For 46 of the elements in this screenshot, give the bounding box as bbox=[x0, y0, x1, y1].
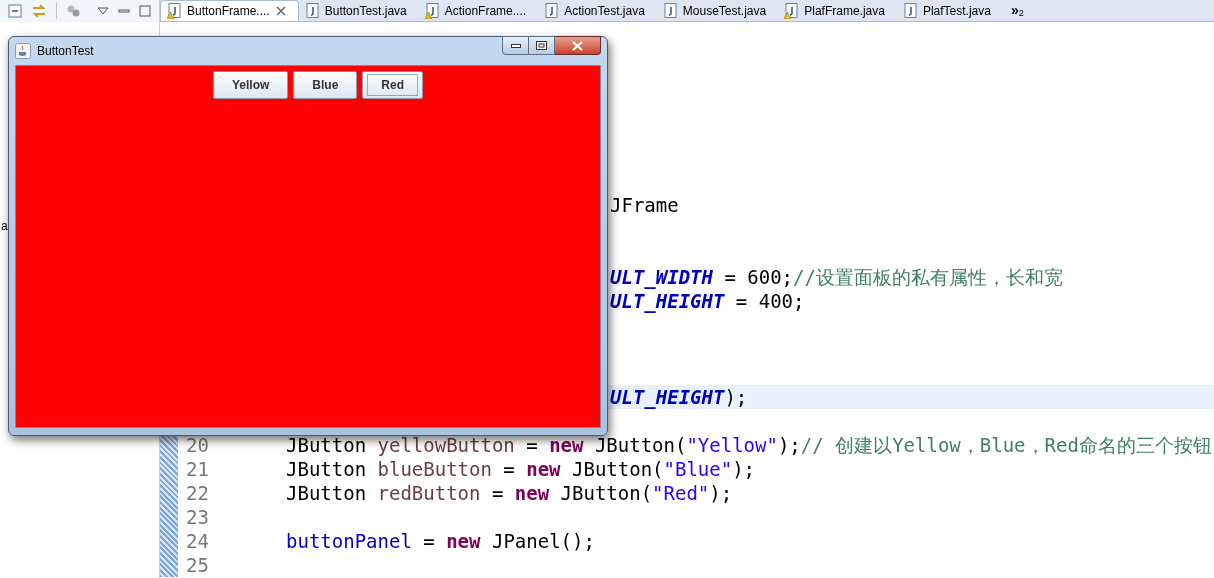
java-file-warning-icon bbox=[424, 2, 439, 19]
code-line: JButton blueButton = new JButton("Blue"); bbox=[286, 457, 756, 480]
editor-tab[interactable]: PlafTest.java bbox=[896, 0, 1003, 21]
code-line: JFrame bbox=[610, 193, 679, 216]
maximize-button[interactable] bbox=[529, 36, 555, 55]
code-line: JButton redButton = new JButton("Red"); bbox=[286, 481, 733, 504]
minimize-icon[interactable] bbox=[118, 6, 130, 16]
line-number: 21 bbox=[186, 457, 209, 480]
window-title: ButtonTest bbox=[37, 43, 94, 60]
java-file-warning-icon bbox=[167, 3, 181, 19]
close-icon[interactable] bbox=[275, 6, 286, 16]
close-icon bbox=[572, 40, 583, 51]
editor-tab[interactable]: ActionFrame.... bbox=[418, 0, 539, 21]
collapse-all-icon[interactable] bbox=[8, 4, 22, 18]
panel-button[interactable]: Yellow bbox=[212, 71, 289, 99]
line-number: 25 bbox=[186, 553, 209, 576]
code-line: ULT_WIDTH = 600;//设置面板的私有属性，长和宽 bbox=[610, 265, 1063, 288]
view-menu-icon[interactable] bbox=[97, 6, 109, 16]
minimize-icon bbox=[510, 43, 521, 48]
line-number: 20 bbox=[186, 433, 209, 456]
maximize-icon[interactable] bbox=[139, 5, 151, 17]
editor-tab[interactable]: ButtonFrame.... bbox=[160, 0, 299, 21]
tree-item[interactable]: a bbox=[1, 220, 8, 232]
editor-tab[interactable]: MouseTest.java bbox=[656, 0, 779, 21]
java-file-icon bbox=[662, 2, 677, 19]
minimize-button[interactable] bbox=[502, 36, 529, 55]
close-button[interactable] bbox=[555, 36, 601, 55]
code-line: JButton yellowButton = new JButton("Yellow");// 创建以Yellow，Blue，Red命名的三个按钮 bbox=[286, 433, 1212, 456]
line-number: 22 bbox=[186, 481, 209, 504]
code-line: ULT_HEIGHT); bbox=[610, 385, 748, 408]
panel-button[interactable]: Red bbox=[362, 71, 423, 99]
panel-button[interactable]: Blue bbox=[293, 71, 358, 99]
code-line: ULT_HEIGHT = 400; bbox=[610, 289, 805, 312]
java-cup-icon bbox=[15, 43, 31, 59]
java-file-warning-icon bbox=[784, 2, 799, 19]
more-tabs-button[interactable]: »$_{2}$ bbox=[1002, 0, 1024, 21]
line-number: 24 bbox=[186, 529, 209, 552]
line-number: 23 bbox=[186, 505, 209, 528]
java-file-icon bbox=[544, 2, 559, 19]
java-file-icon bbox=[304, 2, 319, 19]
editor-tab[interactable]: ActionTest.java bbox=[538, 0, 657, 21]
editor-tab[interactable]: PlafFrame.java bbox=[778, 0, 897, 21]
code-line: buttonPanel = new JPanel(); bbox=[286, 529, 595, 552]
editor-tab[interactable]: ButtonTest.java bbox=[298, 0, 419, 21]
restore-icon bbox=[536, 41, 547, 50]
java-file-icon bbox=[902, 2, 917, 19]
